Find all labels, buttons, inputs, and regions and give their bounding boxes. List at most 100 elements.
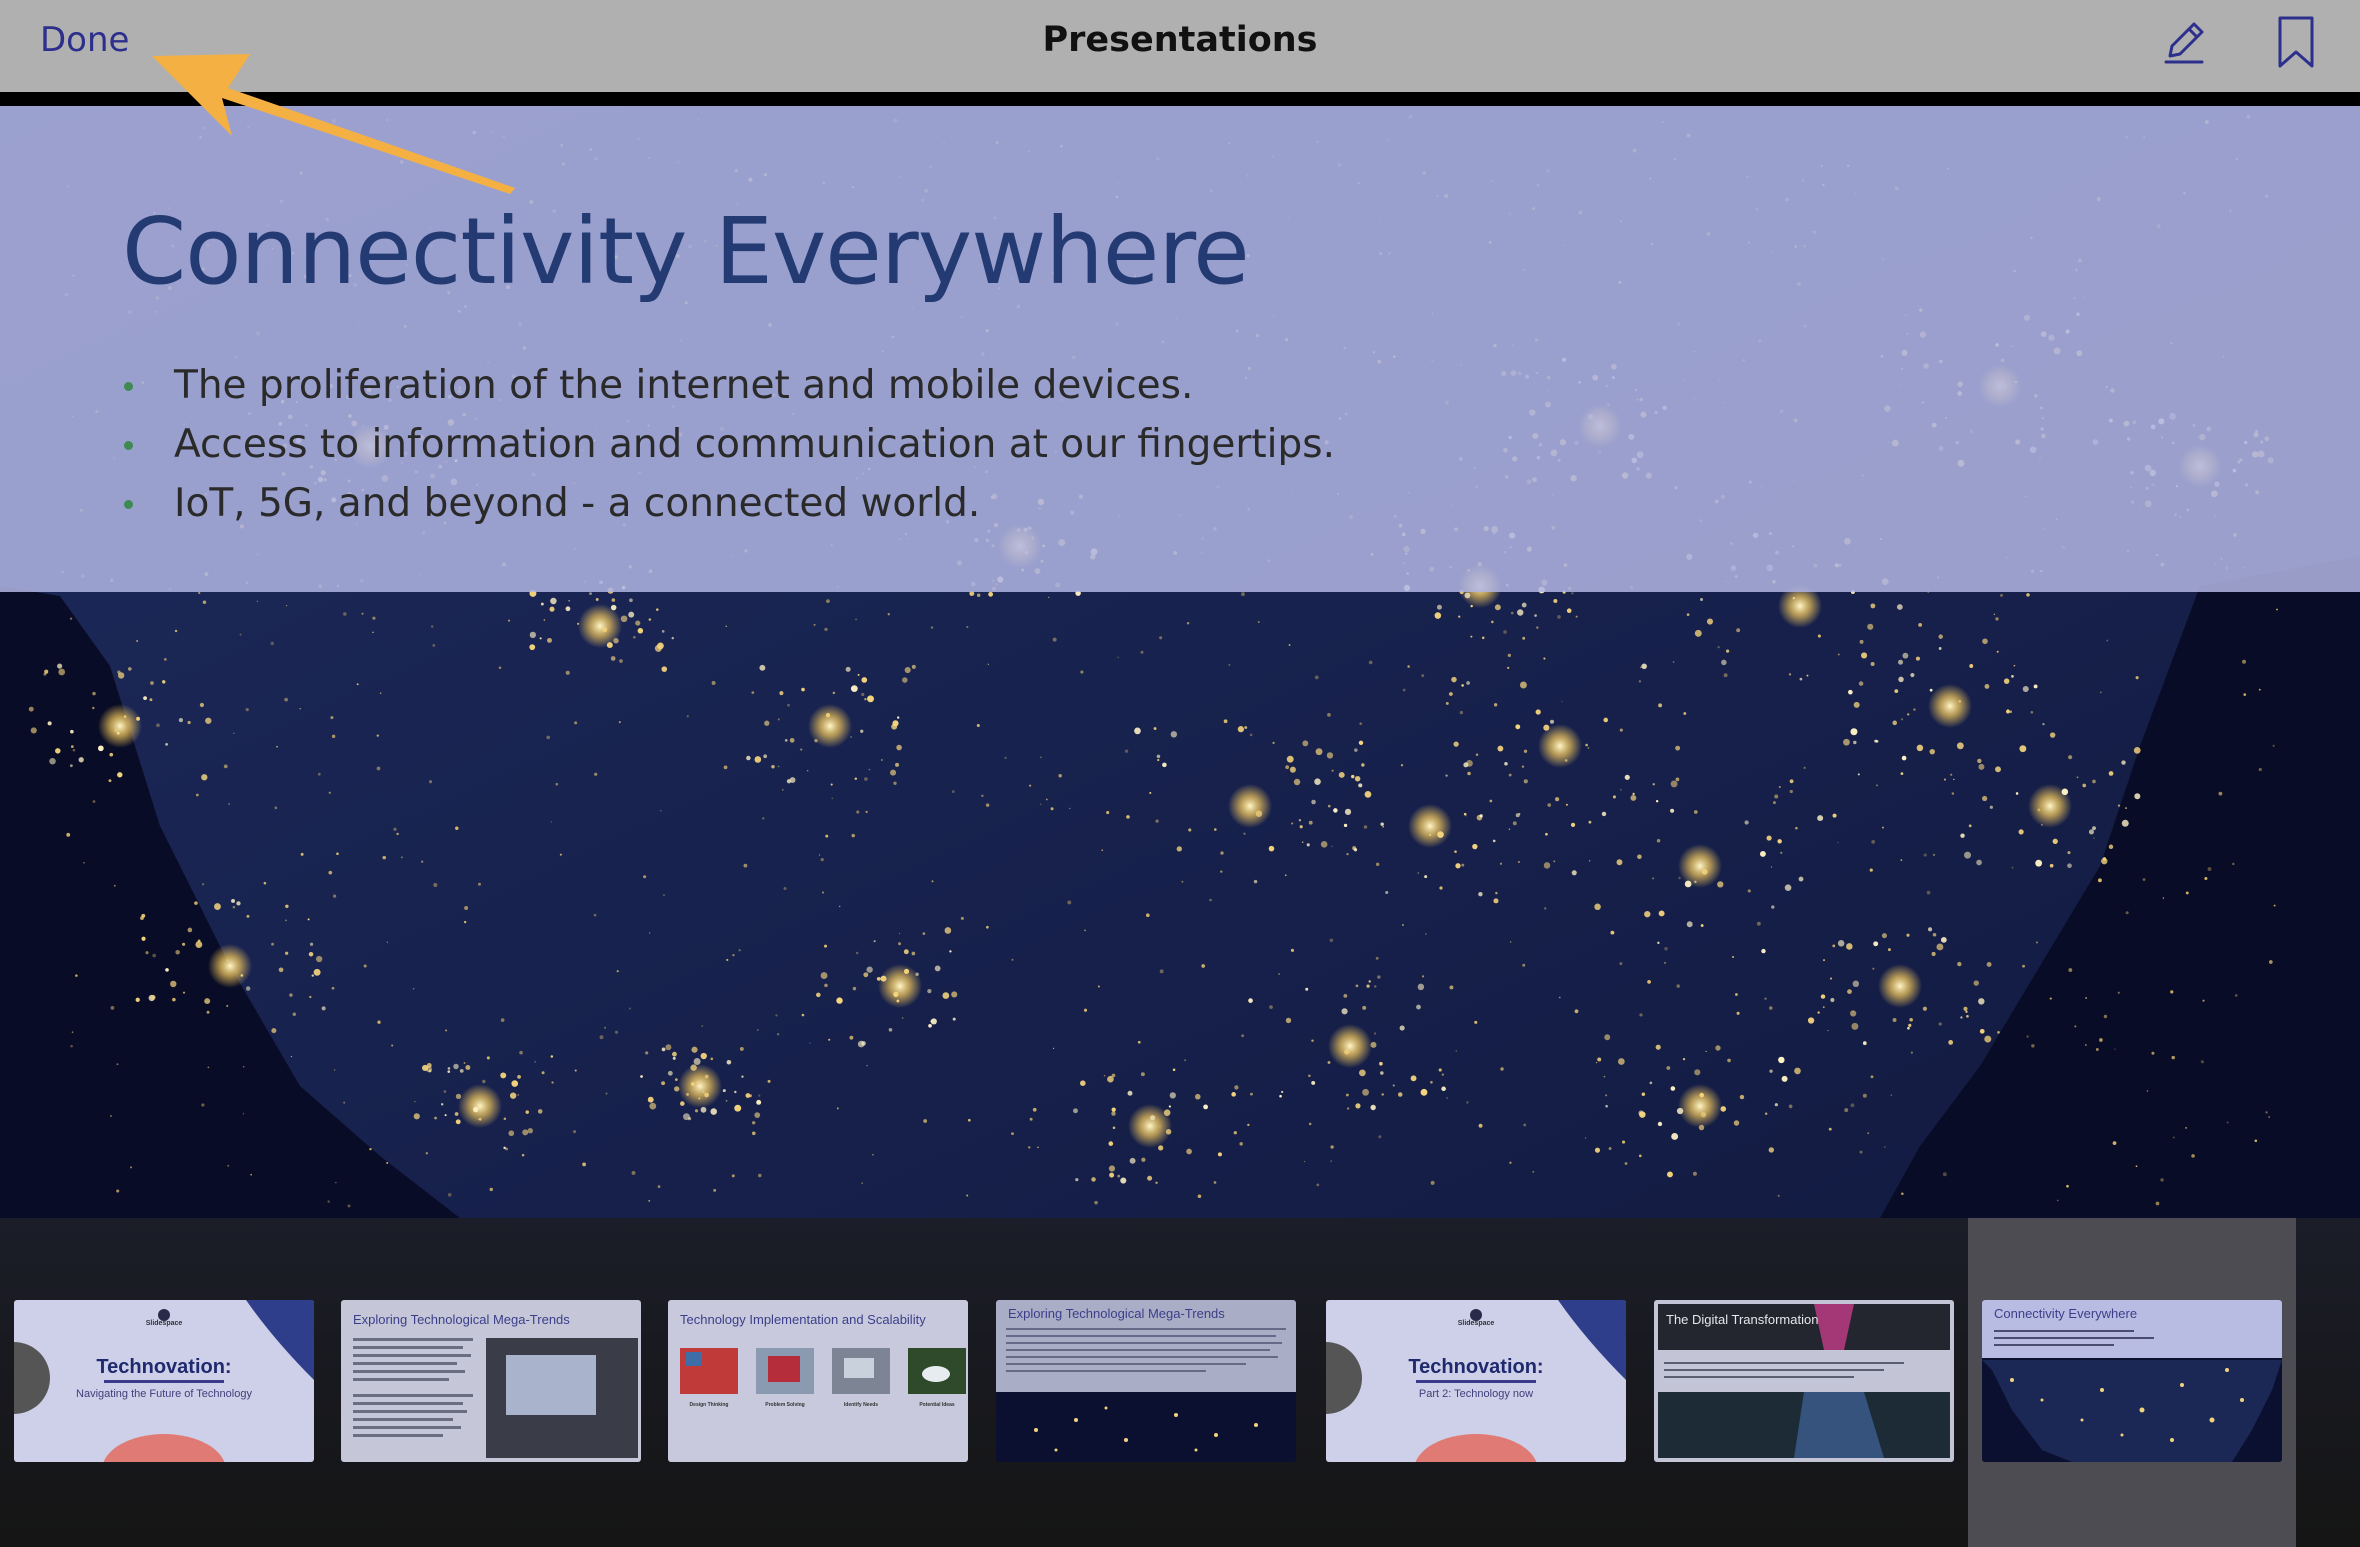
city-light	[577, 622, 580, 625]
city-light	[165, 742, 168, 746]
city-light	[1571, 870, 1577, 876]
city-light	[856, 810, 860, 814]
slide-thumbnail-4[interactable]: Exploring Technological Mega-Trends	[996, 1300, 1296, 1462]
city-light	[616, 970, 619, 973]
bookmark-icon[interactable]	[2268, 14, 2324, 70]
city-light	[1694, 1069, 1701, 1076]
thumbnail-title: Technovation:	[96, 1356, 232, 1378]
city-light	[1923, 853, 1927, 857]
city-light	[1768, 1006, 1773, 1010]
city-light	[464, 920, 467, 924]
city-light	[246, 914, 250, 918]
city-light	[143, 696, 147, 701]
city-light	[1244, 804, 1248, 807]
pencil-icon[interactable]	[2156, 14, 2212, 70]
city-light	[1910, 672, 1915, 678]
city-light	[150, 681, 154, 685]
city-light	[1588, 820, 1592, 824]
city-light	[1194, 1093, 1201, 1100]
city-light	[1140, 650, 1144, 654]
slide-thumbnail-6[interactable]: The Digital Transformation	[1654, 1300, 1954, 1462]
city-light	[128, 667, 132, 671]
city-light	[1523, 749, 1528, 753]
slide-thumbnail-2[interactable]: Exploring Technological Mega-Trends	[341, 1300, 641, 1462]
city-light	[647, 1096, 654, 1103]
city-light	[1657, 1121, 1663, 1127]
city-light	[613, 637, 619, 644]
city-light	[880, 975, 887, 982]
city-light	[517, 1094, 519, 1096]
city-light	[331, 986, 335, 990]
city-light	[911, 951, 916, 956]
city-light	[648, 1199, 651, 1202]
city-light	[386, 1162, 389, 1164]
city-light	[931, 880, 934, 883]
slide-thumbnail-strip[interactable]: Slidespace Technovation: Navigating the …	[0, 1218, 2360, 1547]
city-light	[1882, 826, 1884, 829]
city-light	[1595, 1062, 1598, 1064]
city-light	[1859, 1150, 1863, 1154]
city-light	[2099, 1038, 2103, 1042]
city-light	[878, 964, 922, 1008]
slide-thumbnail-1[interactable]: Slidespace Technovation: Navigating the …	[14, 1300, 314, 1462]
city-light	[593, 913, 597, 917]
city-light	[97, 745, 104, 752]
city-light	[489, 1187, 493, 1192]
city-light	[656, 608, 659, 611]
city-light	[1794, 1067, 1801, 1075]
city-light	[1028, 1146, 1031, 1149]
city-light	[814, 739, 818, 743]
city-light	[694, 1109, 699, 1113]
city-light	[1817, 634, 1821, 638]
city-light	[309, 942, 314, 946]
city-light	[1449, 692, 1453, 696]
city-light	[2076, 776, 2079, 779]
city-light	[1293, 778, 1301, 786]
city-light	[1799, 677, 1803, 681]
city-light	[1290, 948, 1295, 952]
city-light	[1622, 1140, 1626, 1144]
city-light	[1269, 1005, 1273, 1009]
city-light	[223, 764, 228, 769]
city-light	[696, 1080, 701, 1085]
city-light	[1521, 602, 1527, 608]
slide-thumbnail-3[interactable]: Technology Implementation and Scalabilit…	[668, 1300, 968, 1462]
city-light	[1451, 676, 1457, 683]
city-light	[786, 779, 792, 784]
city-light	[754, 756, 762, 763]
city-light	[1652, 783, 1655, 786]
city-light	[1875, 784, 1878, 787]
city-light	[1288, 644, 1291, 646]
city-light	[1446, 1097, 1449, 1100]
slide-viewer[interactable]: Connectivity Everywhere The proliferatio…	[0, 106, 2360, 1218]
city-light	[376, 734, 379, 737]
slide-thumbnail-5[interactable]: Slidespace Technovation: Part 2: Technol…	[1326, 1300, 1626, 1462]
city-light	[606, 642, 613, 649]
city-light	[1675, 777, 1680, 782]
city-light	[1314, 778, 1321, 785]
city-light	[1638, 1154, 1642, 1158]
city-light	[1111, 1107, 1116, 1112]
city-light	[1774, 794, 1779, 799]
city-light	[271, 942, 274, 946]
city-light	[1977, 758, 1982, 764]
city-light	[1789, 789, 1793, 794]
city-light	[2000, 593, 2004, 597]
city-light	[1168, 1105, 1171, 1108]
city-light	[1915, 656, 1920, 661]
city-light	[1508, 773, 1512, 777]
city-light	[589, 592, 592, 595]
city-light	[1314, 675, 1319, 680]
city-light	[2142, 878, 2146, 881]
city-light	[1097, 985, 1100, 988]
city-light	[2258, 688, 2261, 691]
city-light	[850, 685, 858, 693]
slide-thumbnail-7[interactable]: Connectivity Everywhere	[1982, 1300, 2282, 1462]
city-light	[2191, 1154, 2195, 1158]
city-light	[619, 659, 623, 663]
city-light	[92, 706, 95, 710]
city-light	[820, 972, 828, 980]
city-light	[873, 940, 876, 943]
city-light	[1509, 1161, 1512, 1164]
city-light	[1176, 846, 1182, 852]
